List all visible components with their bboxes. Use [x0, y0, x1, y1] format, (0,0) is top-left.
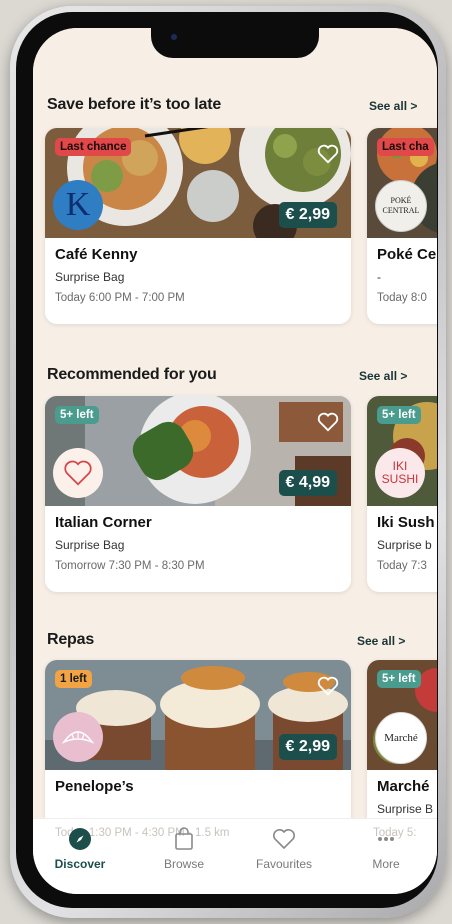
store-card[interactable]: 5+ left € 4,99 Italian Corner Surprise B…: [45, 396, 351, 592]
compass-icon: [69, 828, 91, 850]
section-title: Recommended for you: [47, 366, 217, 383]
tab-label: Browse: [163, 857, 204, 871]
bag-type: Surprise Bag: [55, 538, 125, 552]
pickup-time: Today 6:00 PM - 7:00 PM: [55, 292, 185, 304]
store-card[interactable]: 5+ left IKI SUSHI Iki Sush Surprise b To…: [367, 396, 437, 592]
tab-more[interactable]: More: [341, 827, 431, 871]
camera-icon: [171, 34, 177, 40]
pickup-time: Today 8:0: [377, 292, 427, 304]
store-name: Poké Ce: [377, 246, 437, 263]
store-card[interactable]: Last cha POKÉ CENTRAL Poké Ce - Today 8:…: [367, 128, 437, 324]
app-screen: Save before it’s too late See all > Last…: [33, 28, 437, 894]
favorite-heart-icon[interactable]: [317, 412, 339, 432]
store-logo: POKÉ CENTRAL: [375, 180, 427, 232]
stock-badge: 5+ left: [377, 670, 421, 688]
pickup-time: Tomorrow 7:30 PM - 8:30 PM: [55, 560, 205, 572]
store-card[interactable]: Last chance K € 2,99 Café Kenny Surprise…: [45, 128, 351, 324]
section-header-repas: Repas See all >: [47, 631, 437, 655]
store-logo: [53, 448, 103, 498]
price-tag: € 4,99: [278, 470, 337, 496]
pickup-time: Today 7:3: [377, 560, 427, 572]
store-logo: Marché: [375, 712, 427, 764]
section-header-recommended: Recommended for you See all >: [47, 366, 437, 390]
bag-type: Surprise B: [377, 802, 434, 816]
status-badge: Last chance: [55, 138, 132, 156]
phone-notch: [151, 28, 319, 58]
price-tag: € 2,99: [278, 202, 337, 228]
store-name: Marché: [377, 778, 430, 795]
section-title: Repas: [47, 631, 95, 648]
see-all-link[interactable]: See all >: [369, 99, 417, 113]
heart-icon: [273, 829, 295, 850]
see-all-link[interactable]: See all >: [359, 369, 407, 383]
store-logo: IKI SUSHI: [375, 448, 425, 498]
store-name: Iki Sush: [377, 514, 435, 531]
bag-type: Surprise Bag: [55, 270, 125, 284]
store-name: Penelope’s: [55, 778, 134, 795]
tab-discover[interactable]: Discover: [35, 827, 125, 871]
favorite-heart-icon[interactable]: [317, 144, 339, 164]
stock-badge: 5+ left: [377, 406, 421, 424]
tab-label: Favourites: [255, 857, 313, 871]
tab-label: More: [372, 857, 400, 871]
section-header-save: Save before it’s too late See all >: [47, 96, 437, 120]
status-badge: Last cha: [377, 138, 434, 156]
tab-favourites[interactable]: Favourites: [239, 827, 329, 871]
stock-badge: 1 left: [55, 670, 92, 688]
croissant-icon: [62, 731, 94, 744]
tab-label: Discover: [54, 857, 106, 871]
bag-type: -: [377, 270, 381, 284]
tab-browse[interactable]: Browse: [139, 827, 229, 871]
bag-icon: [175, 827, 193, 850]
see-all-link[interactable]: See all >: [357, 634, 405, 648]
store-logo: [53, 712, 103, 762]
heart-logo-icon: [64, 460, 92, 486]
section-title: Save before it’s too late: [47, 96, 222, 113]
bottom-tab-bar: Today 1:30 PM - 4:30 PM · 1.5 km Today 5…: [33, 818, 437, 894]
store-name: Italian Corner: [55, 514, 152, 531]
store-logo: K: [53, 180, 103, 230]
favorite-heart-icon[interactable]: [317, 676, 339, 696]
stock-badge: 5+ left: [55, 406, 99, 424]
bag-type: Surprise b: [377, 538, 432, 552]
store-name: Café Kenny: [55, 246, 138, 263]
price-tag: € 2,99: [278, 734, 337, 760]
more-dots-icon: [378, 837, 394, 841]
